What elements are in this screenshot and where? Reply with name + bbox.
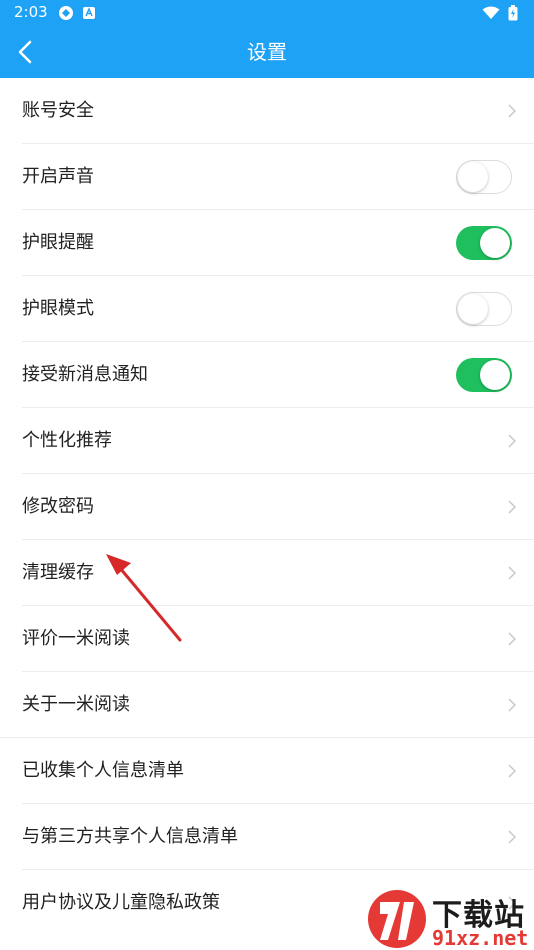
setting-label: 护眼模式 <box>22 298 94 319</box>
setting-label: 已收集个人信息清单 <box>22 760 184 781</box>
setting-row-collected-info-list[interactable]: 已收集个人信息清单 <box>22 738 534 804</box>
setting-row-account-security[interactable]: 账号安全 <box>22 78 534 144</box>
setting-row-eye-mode: 护眼模式 <box>22 276 534 342</box>
setting-row-shared-info-list[interactable]: 与第三方共享个人信息清单 <box>22 804 534 870</box>
setting-label: 修改密码 <box>22 496 94 517</box>
chevron-right-icon <box>508 500 516 514</box>
watermark-logo-icon <box>368 890 426 948</box>
setting-row-eye-reminder: 护眼提醒 <box>22 210 534 276</box>
status-icons-left <box>58 5 96 21</box>
chevron-right-icon <box>508 764 516 778</box>
setting-row-notifications: 接受新消息通知 <box>22 342 534 408</box>
notifications-toggle[interactable] <box>456 358 512 392</box>
eye-reminder-toggle[interactable] <box>456 226 512 260</box>
app-header: 2:03 设置 <box>0 0 534 78</box>
setting-label: 开启声音 <box>22 166 94 187</box>
eye-mode-toggle[interactable] <box>456 292 512 326</box>
setting-label: 用户协议及儿童隐私政策 <box>22 892 220 913</box>
setting-label: 个性化推荐 <box>22 430 112 451</box>
setting-row-sound: 开启声音 <box>22 144 534 210</box>
setting-row-change-password[interactable]: 修改密码 <box>22 474 534 540</box>
battery-icon <box>508 5 518 21</box>
chevron-right-icon <box>508 698 516 712</box>
toggle-knob <box>458 293 488 324</box>
setting-row-personalized-recommendation[interactable]: 个性化推荐 <box>22 408 534 474</box>
setting-row-rate-app[interactable]: 评价一米阅读 <box>22 606 534 672</box>
chevron-right-icon <box>508 830 516 844</box>
setting-label: 接受新消息通知 <box>22 364 148 385</box>
chevron-right-icon <box>508 434 516 448</box>
toggle-knob <box>480 228 510 258</box>
settings-list: 账号安全 开启声音 护眼提醒 护眼模式 接受新消息通知 个性化推荐 修改密码 清… <box>0 78 534 936</box>
chevron-right-icon <box>508 632 516 646</box>
chevron-right-icon <box>508 104 516 118</box>
watermark: 下载站 91xz.net <box>366 888 534 950</box>
setting-row-clear-cache[interactable]: 清理缓存 <box>22 540 534 606</box>
setting-label: 关于一米阅读 <box>22 694 130 715</box>
app-notification-icon <box>59 6 73 20</box>
status-time: 2:03 <box>14 3 48 21</box>
status-icons-right <box>482 5 518 21</box>
wifi-icon <box>482 6 500 19</box>
setting-row-about-app[interactable]: 关于一米阅读 <box>0 672 534 738</box>
chevron-right-icon <box>508 566 516 580</box>
status-bar: 2:03 <box>0 0 534 28</box>
notification-icon <box>83 7 95 19</box>
watermark-domain: 91xz.net <box>432 926 529 950</box>
page-title: 设置 <box>247 40 287 64</box>
setting-label: 与第三方共享个人信息清单 <box>22 826 238 847</box>
toggle-knob <box>480 360 510 390</box>
setting-label: 护眼提醒 <box>22 232 94 253</box>
setting-label: 账号安全 <box>22 100 94 121</box>
sound-toggle[interactable] <box>456 160 512 194</box>
setting-label: 评价一米阅读 <box>22 628 130 649</box>
toggle-knob <box>458 161 488 192</box>
setting-label: 清理缓存 <box>22 562 94 583</box>
